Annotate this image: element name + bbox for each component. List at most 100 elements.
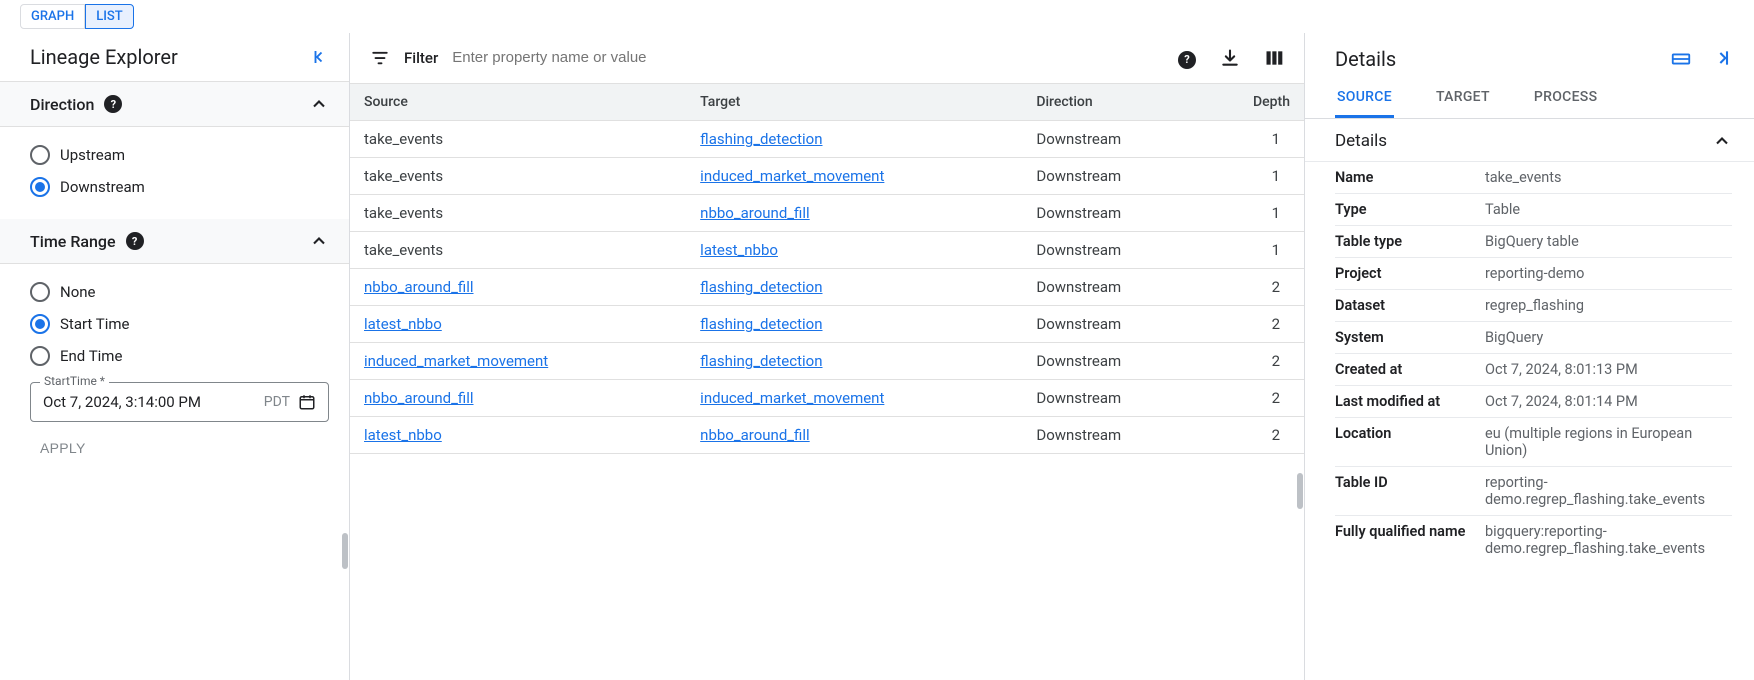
detail-value: bigquery:reporting-demo.regrep_flashing.… [1485,523,1732,557]
chevron-up-icon [309,231,329,251]
detail-key: Last modified at [1335,393,1485,410]
col-source[interactable]: Source [350,84,686,121]
table-row[interactable]: take_eventslatest_nbboDownstream1 [350,231,1304,268]
tab-graph[interactable]: GRAPH [20,4,85,29]
table-row[interactable]: latest_nbbonbbo_around_fillDownstream2 [350,416,1304,453]
cell-depth: 1 [1201,194,1304,231]
radio-upstream-label: Upstream [60,146,125,164]
help-icon[interactable]: ? [104,95,122,113]
radio-none[interactable]: None [30,276,329,308]
help-icon[interactable]: ? [126,232,144,250]
cell-direction: Downstream [1022,268,1201,305]
detail-key: Table type [1335,233,1485,250]
radio-icon [30,346,50,366]
table-row[interactable]: induced_market_movement flashing_detectio… [350,342,1304,379]
cell-depth: 1 [1201,157,1304,194]
detail-value: Oct 7, 2024, 8:01:13 PM [1485,361,1638,378]
table-row[interactable]: take_eventsflashing_detectionDownstream1 [350,120,1304,157]
start-time-value: Oct 7, 2024, 3:14:00 PM [43,393,201,411]
collapse-sidebar-icon[interactable] [311,48,329,66]
detail-key: Type [1335,201,1485,218]
target-link[interactable]: induced_market_movement [700,167,884,185]
cell-direction: Downstream [1022,120,1201,157]
source-link[interactable]: nbbo_around_fill [364,278,474,296]
table-row[interactable]: nbbo_around_fill induced_market_movement D… [350,379,1304,416]
col-target[interactable]: Target [686,84,1022,121]
detail-row: Table typeBigQuery table [1335,226,1732,258]
tab-source[interactable]: SOURCE [1335,81,1394,118]
cell-depth: 2 [1201,305,1304,342]
detail-row: Datasetregrep_flashing [1335,290,1732,322]
table-row[interactable]: latest_nbboflashing_detectionDownstream2 [350,305,1304,342]
cell-source: nbbo_around_fill [350,379,686,416]
radio-icon [30,145,50,165]
columns-icon[interactable] [1264,48,1284,68]
details-tabs: SOURCE TARGET PROCESS [1305,81,1754,119]
details-body: Nametake_eventsTypeTableTable typeBigQue… [1305,162,1754,564]
target-link[interactable]: flashing_detection [700,130,822,148]
filter-input[interactable] [452,49,1164,66]
source-link[interactable]: latest_nbbo [364,426,442,444]
start-time-field[interactable]: StartTime * Oct 7, 2024, 3:14:00 PM PDT [30,382,329,422]
target-link[interactable]: flashing_detection [700,278,822,296]
detail-key: Location [1335,425,1485,459]
table-row[interactable]: take_eventsnbbo_around_fillDownstream1 [350,194,1304,231]
sidebar-title: Lineage Explorer [30,45,178,69]
details-subheader[interactable]: Details [1305,119,1754,162]
table-row[interactable]: nbbo_around_fill flashing_detection Downst… [350,268,1304,305]
scrollbar-thumb[interactable] [342,533,348,569]
detail-value: Oct 7, 2024, 8:01:14 PM [1485,393,1638,410]
col-depth[interactable]: Depth [1201,84,1304,121]
source-link[interactable]: latest_nbbo [364,315,442,333]
time-range-section: None Start Time End Time StartTime * Oct… [0,264,349,473]
view-tabs: GRAPH LIST [0,0,1754,33]
download-icon[interactable] [1220,48,1240,68]
source-link[interactable]: nbbo_around_fill [364,389,474,407]
cell-source: induced_market_movement [350,342,686,379]
details-sub-label: Details [1335,131,1387,151]
col-direction[interactable]: Direction [1022,84,1201,121]
detail-value: eu (multiple regions in European Union) [1485,425,1732,459]
radio-start-time[interactable]: Start Time [30,308,329,340]
source-link[interactable]: induced_market_movement [364,352,548,370]
radio-icon [30,282,50,302]
tab-process[interactable]: PROCESS [1532,81,1600,118]
cell-direction: Downstream [1022,194,1201,231]
cell-source: nbbo_around_fill [350,268,686,305]
calendar-icon[interactable] [298,393,316,411]
detail-key: Dataset [1335,297,1485,314]
cell-direction: Downstream [1022,379,1201,416]
collapse-details-icon[interactable] [1712,48,1732,70]
tab-list[interactable]: LIST [85,4,134,29]
target-link[interactable]: flashing_detection [700,315,822,333]
target-link[interactable]: nbbo_around_fill [700,204,810,222]
detail-row: Created atOct 7, 2024, 8:01:13 PM [1335,354,1732,386]
radio-end-time[interactable]: End Time [30,340,329,372]
detail-row: Fully qualified namebigquery:reporting-d… [1335,516,1732,564]
detail-row: Nametake_events [1335,162,1732,194]
target-link[interactable]: latest_nbbo [700,241,778,259]
target-link[interactable]: induced_market_movement [700,389,884,407]
time-range-section-header[interactable]: Time Range ? [0,219,349,264]
cell-depth: 2 [1201,416,1304,453]
direction-section-header[interactable]: Direction ? [0,82,349,127]
details-panel: Details SOURCE TARGET PROCESS Details [1304,33,1754,680]
detail-value: BigQuery table [1485,233,1579,250]
table-row[interactable]: take_eventsinduced_market_movementDownst… [350,157,1304,194]
cell-source: take_events [350,231,686,268]
scrollbar-thumb[interactable] [1297,473,1303,509]
help-icon[interactable]: ? [1178,47,1196,69]
tab-target[interactable]: TARGET [1434,81,1492,118]
target-link[interactable]: flashing_detection [700,352,822,370]
cell-target: flashing_detection [686,268,1022,305]
radio-downstream[interactable]: Downstream [30,171,329,203]
detail-row: TypeTable [1335,194,1732,226]
apply-button[interactable]: APPLY [40,440,86,456]
fullscreen-icon[interactable] [1670,48,1692,70]
detail-key: Project [1335,265,1485,282]
filter-bar: Filter ? [350,33,1304,84]
radio-upstream[interactable]: Upstream [30,139,329,171]
radio-icon [30,177,50,197]
cell-direction: Downstream [1022,231,1201,268]
target-link[interactable]: nbbo_around_fill [700,426,810,444]
